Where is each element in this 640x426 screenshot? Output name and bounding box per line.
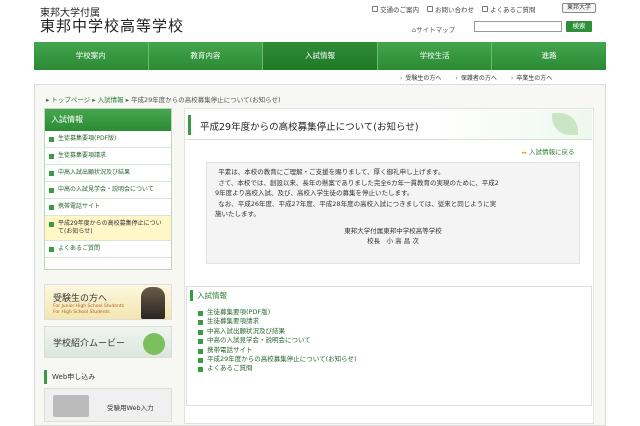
bullet-icon — [49, 153, 54, 159]
related-link[interactable]: 生徒募集要項請求 — [198, 317, 357, 326]
signature-school: 東邦大学付属東邦中学校高等学校 — [344, 226, 442, 235]
notice-line: なお、平成26年度、平成27年度、平成28年度の高校入試につきましては、従来と同… — [218, 199, 497, 208]
web-apply-label: 受験用Web入力 — [107, 404, 154, 412]
page-title-bar: 平成29年度からの高校募集停止について(お知らせ) — [186, 110, 592, 140]
sidebar-item-mobile-site[interactable]: 携帯電話サイト — [45, 199, 171, 216]
bullet-icon — [49, 136, 54, 142]
movie-banner[interactable]: 学校紹介ムービー — [44, 326, 172, 358]
notice-box: 平素は、本校の教育にご理解・ご支援を賜りまして、厚く御礼申し上げます。 さて、本… — [206, 162, 580, 264]
bullet-icon — [198, 339, 203, 345]
movie-banner-title: 学校紹介ムービー — [53, 339, 126, 349]
applicant-banner[interactable]: 受験生の方へ For Junior High School Students Fo… — [44, 284, 172, 320]
related-links: 生徒募集要項(PDF版) 生徒募集要項請求 中高入試出願状況及び結果 中高の入試… — [198, 308, 357, 374]
page-title: 平成29年度からの高校募集停止について(お知らせ) — [200, 122, 419, 133]
nav-school-life[interactable]: 学校生活 — [378, 42, 493, 70]
bullet-icon — [198, 357, 203, 363]
faq-link[interactable]: よくあるご質問 — [482, 4, 536, 14]
title-accent — [188, 115, 191, 135]
search-button[interactable]: 検索 — [566, 21, 592, 32]
bullet-icon — [49, 170, 54, 176]
bullet-icon — [198, 367, 203, 373]
nav-school-guide[interactable]: 学校案内 — [34, 42, 149, 70]
notice-line: 施いたします。 — [215, 210, 260, 218]
applicant-banner-subtitle: For Junior High School Students For High … — [53, 304, 124, 315]
related-links-title: 入試情報 — [190, 290, 227, 301]
laptop-image — [53, 395, 89, 417]
university-button[interactable]: 東邦大学 — [562, 3, 596, 13]
back-to-admissions-link[interactable]: 入試情報に戻る — [522, 146, 575, 156]
audience-parents[interactable]: 保護者の方へ — [455, 73, 497, 82]
web-apply-banner[interactable]: 受験用Web入力 — [44, 388, 172, 422]
breadcrumb: ▸ トップページ ▸ 入試情報 ▸ 平成29年度からの高校募集停止について(お知… — [46, 96, 281, 104]
sidebar-menu: 入試情報 生徒募集要項(PDF版) 生徒募集要項請求 中高入試出願状況及び結果 … — [44, 108, 172, 270]
audience-applicants[interactable]: 受験生の方へ — [400, 73, 441, 82]
bullet-icon — [49, 221, 54, 227]
bullet-icon — [198, 320, 203, 326]
question-icon — [482, 6, 488, 12]
notice-line: さて、本校では、創設以来、長年の懸案でありました完全6カ年一貫教育の実現のために… — [218, 178, 499, 187]
school-logo-text[interactable]: 東邦中学校高等学校 — [40, 15, 184, 36]
audience-nav: 受験生の方へ 保護者の方へ 卒業生の方へ — [400, 73, 552, 82]
main-nav: 学校案内 教育内容 入試情報 学校生活 進路 — [34, 42, 606, 70]
sidebar-item-guidelines-request[interactable]: 生徒募集要項請求 — [45, 148, 171, 165]
notice-line: 9年度より高校入試、及び、高校入学生徒の募集を停止いたします。 — [215, 189, 414, 197]
breadcrumb-home[interactable]: トップページ — [51, 96, 90, 104]
search-input[interactable] — [474, 21, 562, 32]
bullet-icon — [198, 348, 203, 354]
contact-link[interactable]: お問い合わせ — [427, 4, 474, 14]
sidebar-item-open-campus[interactable]: 中高の入試見学会・説明会について — [45, 182, 171, 199]
breadcrumb-admissions[interactable]: 入試情報 — [98, 96, 124, 104]
sidebar-item-results[interactable]: 中高入試出願状況及び結果 — [45, 165, 171, 182]
bullet-icon — [198, 329, 203, 335]
applicant-banner-title: 受験生の方へ — [53, 294, 108, 304]
related-link[interactable]: 中高の入試見学会・説明会について — [198, 336, 357, 345]
breadcrumb-current: 平成29年度からの高校募集停止について(お知らせ) — [131, 96, 281, 104]
sidebar-item-recruitment-stop[interactable]: 平成29年度からの高校募集停止について(お知らせ) — [45, 216, 171, 241]
nav-career[interactable]: 進路 — [492, 42, 606, 70]
bullet-icon — [198, 310, 203, 316]
bullet-icon — [49, 246, 54, 252]
related-link[interactable]: よくあるご質問 — [198, 364, 357, 373]
related-link[interactable]: 生徒募集要項(PDF版) — [198, 308, 357, 317]
related-link[interactable]: 携帯電話サイト — [198, 346, 357, 355]
sitemap-link[interactable]: ⌂サイトマップ — [412, 24, 455, 34]
sidebar-item-guidelines-pdf[interactable]: 生徒募集要項(PDF版) — [45, 131, 171, 148]
mail-icon — [427, 6, 433, 12]
access-link[interactable]: 交通のご案内 — [372, 4, 419, 14]
web-apply-heading: Web申し込み — [44, 370, 172, 384]
signature-principal: 校長 小 高 昌 次 — [367, 237, 419, 245]
nav-admissions[interactable]: 入試情報 — [263, 42, 378, 70]
notice-line: 平素は、本校の教育にご理解・ご支援を賜りまして、厚く御礼申し上げます。 — [218, 168, 445, 176]
leaf-icon — [552, 113, 578, 135]
audience-alumni[interactable]: 卒業生の方へ — [511, 73, 552, 82]
nav-education[interactable]: 教育内容 — [149, 42, 264, 70]
map-icon — [372, 6, 378, 12]
bullet-icon — [49, 187, 54, 193]
bullet-icon — [49, 204, 54, 210]
tree-image — [143, 333, 165, 355]
related-link[interactable]: 中高入試出願状況及び結果 — [198, 327, 357, 336]
student-photo — [141, 287, 165, 319]
utility-links: 交通のご案内 お問い合わせ よくあるご質問 — [372, 4, 536, 14]
sidebar-item-faq[interactable]: よくあるご質問 — [45, 241, 171, 258]
sidebar-title: 入試情報 — [45, 109, 171, 131]
